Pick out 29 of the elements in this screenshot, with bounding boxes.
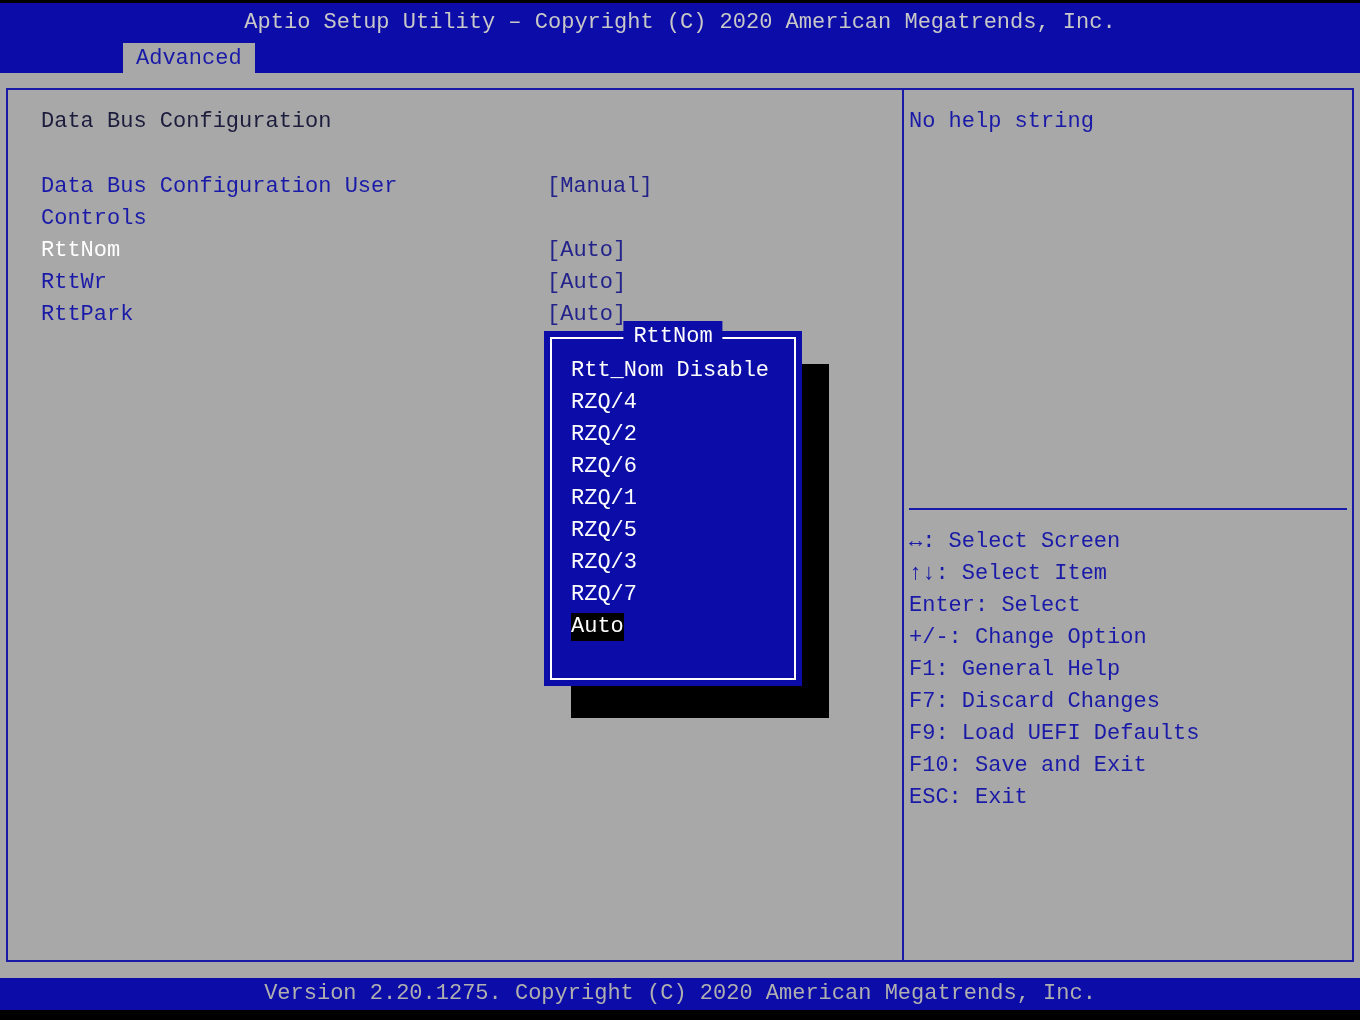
key-hint: F9: Load UEFI Defaults: [909, 720, 1200, 748]
setting-value[interactable]: [Manual]: [547, 171, 653, 203]
key-hint: Enter: Select: [909, 592, 1081, 620]
help-text: No help string: [909, 109, 1094, 134]
section-heading: Data Bus Configuration: [41, 108, 332, 136]
tab[interactable]: Advanced: [123, 43, 255, 73]
key-hint: ESC: Exit: [909, 784, 1028, 812]
window-title: Aptio Setup Utility – Copyright (C) 2020 American Megatrends, Inc.: [244, 9, 1116, 37]
popup-option[interactable]: RZQ/6: [571, 453, 637, 481]
key-hint: ↔: Select Screen: [909, 528, 1121, 556]
setting-label[interactable]: Data Bus Configuration User Controls: [41, 171, 411, 235]
popup-option[interactable]: RZQ/2: [571, 421, 637, 449]
setting-label[interactable]: RttPark: [41, 299, 134, 331]
popup-option[interactable]: Rtt_Nom Disable: [571, 357, 770, 385]
key-hint: F7: Discard Changes: [909, 688, 1160, 716]
key-hint: F10: Save and Exit: [909, 752, 1147, 780]
key-hint: ↑↓: Select Item: [909, 560, 1108, 588]
popup-option[interactable]: RZQ/5: [571, 517, 637, 545]
popup-option[interactable]: Auto: [571, 613, 624, 641]
popup-option[interactable]: RZQ/7: [571, 581, 637, 609]
popup-option[interactable]: RZQ/4: [571, 389, 637, 417]
setting-label[interactable]: RttWr: [41, 267, 107, 299]
popup-option[interactable]: RZQ/1: [571, 485, 637, 513]
key-hint: F1: General Help: [909, 656, 1121, 684]
version-text: Version 2.20.1275. Copyright (C) 2020 American Megatrends, Inc.: [264, 980, 1096, 1008]
setting-value[interactable]: [Auto]: [547, 235, 627, 267]
setting-value[interactable]: [Auto]: [547, 267, 627, 299]
popup-option[interactable]: RZQ/3: [571, 549, 637, 577]
key-hint: +/-: Change Option: [909, 624, 1147, 652]
